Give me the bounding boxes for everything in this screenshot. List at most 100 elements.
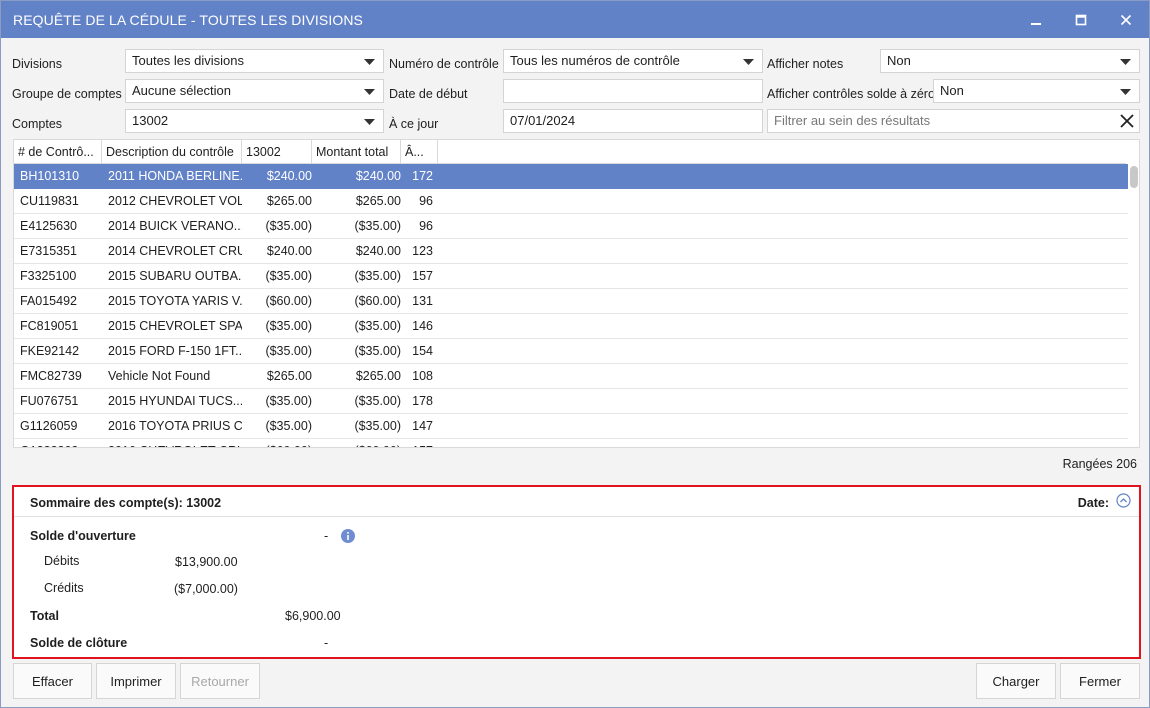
total-label: Total — [30, 609, 59, 623]
table-row[interactable]: FU076751 2015 HYUNDAI TUCS... ($35.00) ($35… — [14, 389, 1128, 414]
control-number-select[interactable]: Tous les numéros de contrôle — [503, 49, 763, 73]
cell-description: 2015 CHEVROLET SPA... — [108, 319, 242, 333]
cell-age: 96 — [419, 194, 433, 208]
table-header: # de Contrô... Description du contrôle 1… — [14, 140, 1126, 164]
print-button[interactable]: Imprimer — [96, 663, 176, 699]
debits-label: Débits — [44, 554, 80, 568]
load-button[interactable]: Charger — [976, 663, 1056, 699]
maximize-icon — [1075, 14, 1087, 25]
cell-age: 172 — [412, 169, 433, 183]
return-button[interactable]: Retourner — [180, 663, 260, 699]
maximize-button[interactable] — [1058, 1, 1104, 38]
column-header-description[interactable]: Description du contrôle — [102, 140, 242, 164]
cell-description: 2015 HYUNDAI TUCS... — [108, 394, 242, 408]
as-of-date-input[interactable]: 07/01/2024 — [503, 109, 763, 133]
cell-control-number: BH101310 — [20, 169, 80, 183]
cell-total-amount: ($35.00) — [354, 319, 401, 333]
table-row[interactable]: G1126059 2016 TOYOTA PRIUS C... ($35.00) ($… — [14, 414, 1128, 439]
account-group-value: Aucune sélection — [132, 83, 232, 98]
table-row[interactable]: G12333032016 CHEVROLET CRU...($60.00)($6… — [14, 439, 1128, 447]
cell-control-number: FMC82739 — [20, 369, 82, 383]
table-row[interactable]: E7315351 2014 CHEVROLET CRU... $240.00 $240… — [14, 239, 1128, 264]
cell-total-amount: $265.00 — [355, 194, 401, 208]
cell-age: 96 — [419, 219, 433, 233]
minimize-button[interactable] — [1013, 1, 1059, 38]
cell-total-amount: ($35.00) — [354, 219, 401, 233]
start-date-input[interactable] — [503, 79, 763, 103]
cell-total-amount: $265.00 — [355, 369, 401, 383]
cell-control-number: FC819051 — [20, 319, 79, 333]
show-zero-balance-select[interactable]: Non — [933, 79, 1140, 103]
credits-label: Crédits — [44, 581, 84, 595]
divisions-label: Divisions — [12, 57, 63, 71]
cell-total-amount: ($35.00) — [354, 344, 401, 358]
table-row[interactable]: E4125630 2014 BUICK VERANO... ($35.00) ($35… — [14, 214, 1128, 239]
accounts-label: Comptes — [12, 117, 63, 131]
cell-account-amount: $265.00 — [266, 194, 312, 208]
cell-age: 146 — [412, 319, 433, 333]
show-notes-value: Non — [887, 53, 911, 68]
cell-age: 147 — [412, 419, 433, 433]
cell-description: 2012 CHEVROLET VOL... — [108, 194, 242, 208]
column-header-total-amount[interactable]: Montant total — [312, 140, 401, 164]
closing-balance-value: - — [324, 636, 329, 650]
chevron-down-icon — [364, 59, 375, 65]
cell-description: 2016 TOYOTA PRIUS C... — [108, 419, 242, 433]
column-header-account[interactable]: 13002 — [242, 140, 312, 164]
cell-description: 2011 HONDA BERLINE... — [108, 169, 242, 183]
cell-total-amount: ($60.00) — [312, 439, 401, 447]
opening-balance-label: Solde d'ouverture — [30, 529, 136, 543]
vertical-scrollbar[interactable] — [1128, 164, 1139, 447]
column-header-control-number[interactable]: # de Contrô... — [14, 140, 102, 164]
clear-button[interactable]: Effacer — [13, 663, 92, 699]
chevron-up-circle-icon[interactable] — [1116, 493, 1131, 508]
cell-total-amount: $240.00 — [355, 244, 401, 258]
table-row[interactable]: CU119831 2012 CHEVROLET VOL... $265.00 $265… — [14, 189, 1128, 214]
table-row[interactable]: FMC82739 Vehicle Not Found $265.00 $265.00 1… — [14, 364, 1128, 389]
cell-control-number: CU119831 — [20, 194, 79, 208]
table-row[interactable]: F3325100 2015 SUBARU OUTBA... ($35.00) ($35… — [14, 264, 1128, 289]
scrollbar-thumb[interactable] — [1130, 166, 1138, 188]
results-table: # de Contrô... Description du contrôle 1… — [13, 139, 1140, 448]
cell-account-amount: $265.00 — [266, 369, 312, 383]
close-button[interactable]: Fermer — [1060, 663, 1140, 699]
close-window-button[interactable] — [1103, 1, 1149, 38]
cell-account-amount: ($35.00) — [265, 344, 312, 358]
opening-balance-value: - — [324, 529, 329, 543]
summary-divider — [14, 516, 1139, 517]
account-group-select[interactable]: Aucune sélection — [125, 79, 384, 103]
cell-description: 2015 TOYOTA YARIS V... — [108, 294, 242, 308]
show-notes-label: Afficher notes — [767, 57, 844, 71]
start-date-label: Date de début — [389, 87, 468, 101]
clear-icon[interactable] — [1119, 113, 1135, 129]
close-icon — [1120, 14, 1132, 25]
show-zero-balance-value: Non — [940, 83, 964, 98]
cell-account-amount: ($35.00) — [265, 319, 312, 333]
column-header-age[interactable]: Â... — [401, 140, 438, 164]
cell-account-amount: ($35.00) — [265, 394, 312, 408]
table-row[interactable]: FC819051 2015 CHEVROLET SPA... ($35.00) ($3… — [14, 314, 1128, 339]
debits-value: $13,900.00 — [175, 555, 238, 569]
info-icon[interactable] — [341, 529, 355, 543]
results-filter-input[interactable]: Filtrer au sein des résultats — [767, 109, 1140, 133]
show-notes-select[interactable]: Non — [880, 49, 1140, 73]
control-number-value: Tous les numéros de contrôle — [510, 53, 680, 68]
table-row[interactable]: BH101310 2011 HONDA BERLINE... $240.00 $240… — [14, 164, 1128, 189]
divisions-select[interactable]: Toutes les divisions — [125, 49, 384, 73]
cell-age: 123 — [412, 244, 433, 258]
accounts-value: 13002 — [132, 113, 169, 128]
cell-account-amount: ($35.00) — [265, 269, 312, 283]
minimize-icon — [1031, 22, 1041, 25]
window-title: REQUÊTE DE LA CÉDULE - TOUTES LES DIVISI… — [13, 12, 363, 28]
cell-description: 2014 CHEVROLET CRU... — [108, 244, 242, 258]
credits-value: ($7,000.00) — [174, 582, 238, 596]
account-summary-panel: Sommaire des compte(s): 13002 Date: Sold… — [12, 485, 1141, 659]
as-of-date-label: À ce jour — [389, 117, 439, 131]
chevron-down-icon — [364, 119, 375, 125]
divisions-value: Toutes les divisions — [132, 53, 244, 68]
table-row[interactable]: FA015492 2015 TOYOTA YARIS V... ($60.00) ($… — [14, 289, 1128, 314]
accounts-select[interactable]: 13002 — [125, 109, 384, 133]
results-filter-placeholder: Filtrer au sein des résultats — [774, 113, 931, 128]
table-row[interactable]: FKE92142 2015 FORD F-150 1FT... ($35.00) ($… — [14, 339, 1128, 364]
cell-age: 154 — [412, 344, 433, 358]
